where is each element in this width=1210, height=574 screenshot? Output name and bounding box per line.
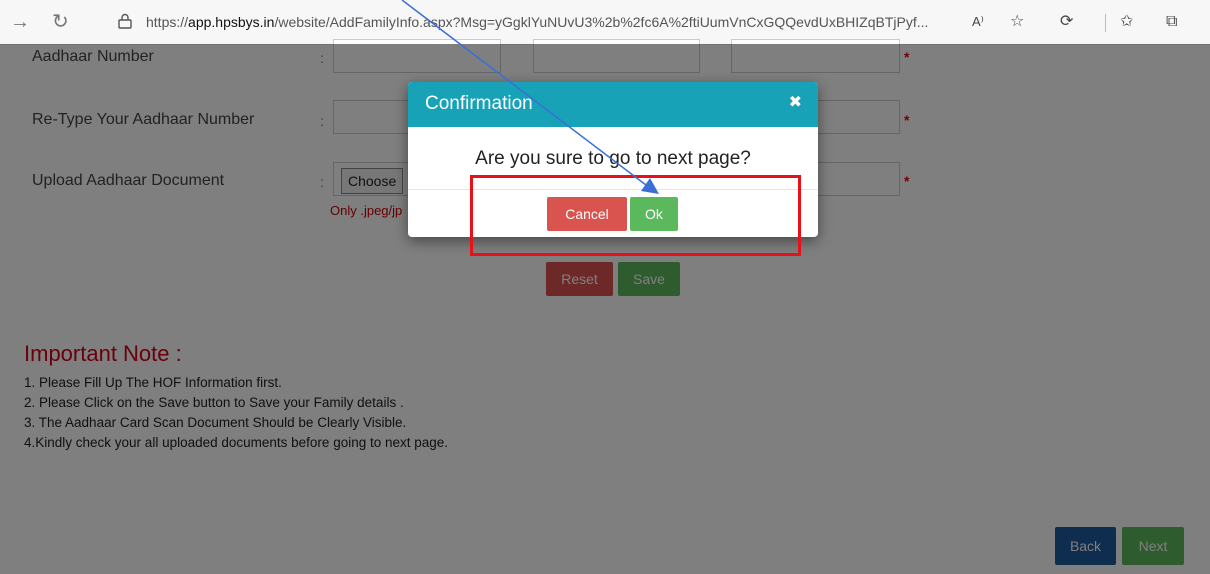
url-prefix: https:// [146, 14, 189, 30]
toolbar-divider [1105, 14, 1106, 32]
refresh-icon[interactable]: ↻ [52, 10, 69, 34]
lock-icon[interactable] [118, 13, 132, 35]
favorite-add-icon[interactable]: ☆ [1010, 12, 1024, 32]
close-icon[interactable]: ✖ [789, 92, 802, 112]
dialog-message: Are you sure to go to next page? [475, 148, 751, 169]
read-aloud-icon[interactable]: A⁾ [972, 12, 984, 32]
collections-icon[interactable]: ⧉ [1166, 12, 1177, 32]
dialog-title: Confirmation [425, 93, 533, 114]
dialog-header: Confirmation ✖ [408, 82, 818, 127]
back-arrow-icon[interactable]: → [10, 10, 30, 34]
extensions-icon[interactable]: ⟳ [1060, 12, 1073, 32]
annotation-highlight-box [470, 175, 801, 256]
url-path: /website/AddFamilyInfo.aspx?Msg=yGgklYuN… [274, 14, 929, 30]
favorites-icon[interactable]: ✩ [1120, 12, 1133, 32]
address-bar[interactable]: https://app.hpsbys.in/website/AddFamilyI… [146, 8, 976, 36]
url-host: app.hpsbys.in [188, 14, 275, 30]
